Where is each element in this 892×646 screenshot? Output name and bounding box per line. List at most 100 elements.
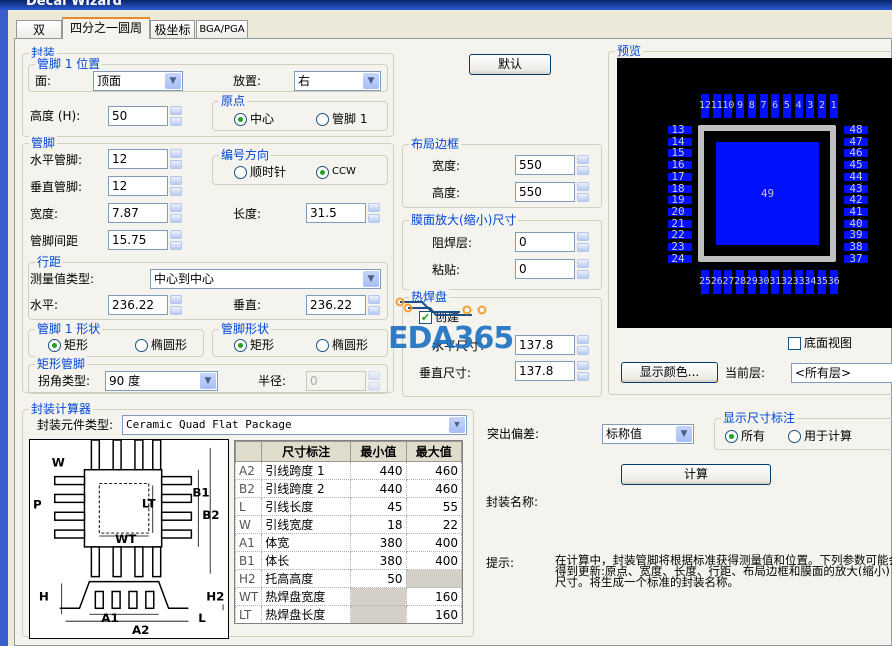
thermal-v-spinner[interactable] [577, 361, 589, 381]
cell-min[interactable]: 440 [350, 479, 407, 498]
cell-max[interactable] [405, 569, 462, 588]
row-v-input[interactable]: 236.22 [306, 295, 366, 315]
cell-name: 热焊盘宽度 [261, 587, 352, 606]
thermal-h-input[interactable]: 137.8 [515, 335, 575, 355]
tab-dual[interactable]: 双 [16, 20, 62, 39]
vertical-pins-spinner[interactable] [170, 176, 182, 196]
height-spinner[interactable] [170, 106, 182, 126]
pin-length-spinner[interactable] [368, 203, 380, 223]
paste-label: 粘贴: [432, 263, 461, 277]
cell-max[interactable]: 460 [405, 479, 462, 498]
radius-spinner[interactable] [368, 371, 380, 391]
cell-min[interactable]: 50 [350, 569, 407, 588]
cell-min[interactable]: 18 [350, 515, 407, 534]
face-select[interactable]: 顶面 ▼ [93, 71, 183, 91]
cell-name: 托高高度 [261, 569, 352, 588]
pin1-oval-radio[interactable]: 椭圆形 [135, 338, 187, 352]
cell-max[interactable]: 22 [405, 515, 462, 534]
thermal-h-spinner[interactable] [577, 335, 589, 355]
column-header: 最大值 [405, 441, 462, 462]
group-title: 管脚 [29, 135, 58, 151]
table-row[interactable]: A2 引线跨度 1 440 460 [235, 461, 462, 480]
solder-mask-spinner[interactable] [577, 232, 589, 252]
row-v-spinner[interactable] [368, 295, 380, 315]
origin-pin1-radio[interactable]: 管脚 1 [316, 112, 367, 126]
pin-rect-radio[interactable]: 矩形 [234, 338, 274, 352]
corner-type-label: 拐角类型: [38, 374, 91, 388]
paste-spinner[interactable] [577, 259, 589, 279]
cell-max[interactable]: 160 [405, 605, 462, 623]
outline-width-input[interactable]: 550 [515, 155, 575, 175]
cell-max[interactable]: 400 [405, 533, 462, 552]
height-input[interactable]: 50 [108, 106, 168, 126]
table-row[interactable]: A1 体宽 380 400 [235, 533, 462, 552]
column-header: 尺寸标注 [261, 441, 352, 462]
current-layer-select[interactable]: <所有层> [791, 363, 892, 383]
pin-width-spinner[interactable] [170, 203, 182, 223]
vertical-pins-input[interactable]: 12 [108, 176, 168, 196]
bottom-view-checkbox[interactable]: 底面视图 [788, 336, 852, 350]
show-calc-radio[interactable]: 用于计算 [788, 429, 852, 443]
tab-polar[interactable]: 极坐标 [150, 20, 195, 39]
pitch-spinner[interactable] [170, 230, 182, 250]
cell-min[interactable] [350, 587, 407, 606]
outline-height-input[interactable]: 550 [515, 182, 575, 202]
group-title: 矩形管脚 [35, 356, 88, 372]
tolerance-select[interactable]: 标称值 ▼ [602, 424, 694, 444]
calculate-button[interactable]: 计算 [621, 464, 771, 485]
pin-label: 31 [769, 276, 782, 287]
table-row[interactable]: L 引线长度 45 55 [235, 497, 462, 516]
show-all-radio[interactable]: 所有 [725, 429, 765, 443]
thermal-v-input[interactable]: 137.8 [515, 361, 575, 381]
table-row[interactable]: B1 体长 380 400 [235, 551, 462, 570]
package-type-select[interactable]: Ceramic Quad Flat Package ▼ [122, 415, 467, 435]
tab-bga[interactable]: BGA/PGA [196, 20, 248, 39]
pin1-rect-radio[interactable]: 矩形 [48, 338, 88, 352]
cell-min[interactable] [350, 605, 407, 623]
tab-quad[interactable]: 四分之一圆周 [62, 17, 150, 39]
row-h-spinner[interactable] [170, 295, 182, 315]
place-select[interactable]: 右 ▼ [294, 71, 381, 91]
table-row[interactable]: H2 托高高度 50 [235, 569, 462, 588]
corner-type-select[interactable]: 90 度 ▼ [105, 371, 218, 391]
radio-icon [234, 165, 247, 179]
cell-min[interactable]: 380 [350, 533, 407, 552]
cell-max[interactable]: 160 [405, 587, 462, 606]
horizontal-pins-input[interactable]: 12 [108, 149, 168, 169]
cell-min[interactable]: 45 [350, 497, 407, 516]
cell-max[interactable]: 55 [405, 497, 462, 516]
numbering-cw-radio[interactable]: 顺时针 [234, 165, 286, 179]
outline-width-spinner[interactable] [577, 155, 589, 175]
origin-center-radio[interactable]: 中心 [234, 112, 274, 126]
pin-length-input[interactable]: 31.5 [306, 203, 366, 223]
diagram-label-w: W [52, 456, 65, 470]
cell-min[interactable]: 380 [350, 551, 407, 570]
numbering-ccw-radio[interactable]: CCW [316, 165, 356, 179]
group-title: 布局边框 [409, 136, 462, 152]
paste-input[interactable]: 0 [515, 259, 575, 279]
pin-width-input[interactable]: 7.87 [108, 203, 168, 223]
row-h-input[interactable]: 236.22 [108, 295, 168, 315]
pitch-input[interactable]: 15.75 [108, 230, 168, 250]
radio-label: 中心 [250, 112, 275, 126]
measure-type-select[interactable]: 中心到中心 ▼ [150, 269, 381, 289]
default-button[interactable]: 默认 [469, 54, 551, 75]
cell-max[interactable]: 460 [405, 461, 462, 480]
solder-mask-input[interactable]: 0 [515, 232, 575, 252]
diagram-label-h: H [39, 589, 49, 603]
radius-input[interactable]: 0 [306, 371, 366, 391]
radius-label: 半径: [258, 374, 287, 388]
table-row[interactable]: LT 热焊盘长度 160 [235, 605, 462, 623]
horizontal-pins-spinner[interactable] [170, 149, 182, 169]
cell-code: A2 [235, 461, 263, 480]
table-row[interactable]: WT 热焊盘宽度 160 [235, 587, 462, 606]
display-colors-button[interactable]: 显示颜色... [621, 362, 718, 383]
outline-height-spinner[interactable] [577, 182, 589, 202]
pin-oval-radio[interactable]: 椭圆形 [316, 338, 368, 352]
cell-max[interactable]: 400 [405, 551, 462, 570]
table-row[interactable]: B2 引线跨度 2 440 460 [235, 479, 462, 498]
pin-label: 26 [710, 276, 723, 287]
outline-height-label: 高度: [432, 186, 461, 200]
table-row[interactable]: W 引线宽度 18 22 [235, 515, 462, 534]
cell-min[interactable]: 440 [350, 461, 407, 480]
